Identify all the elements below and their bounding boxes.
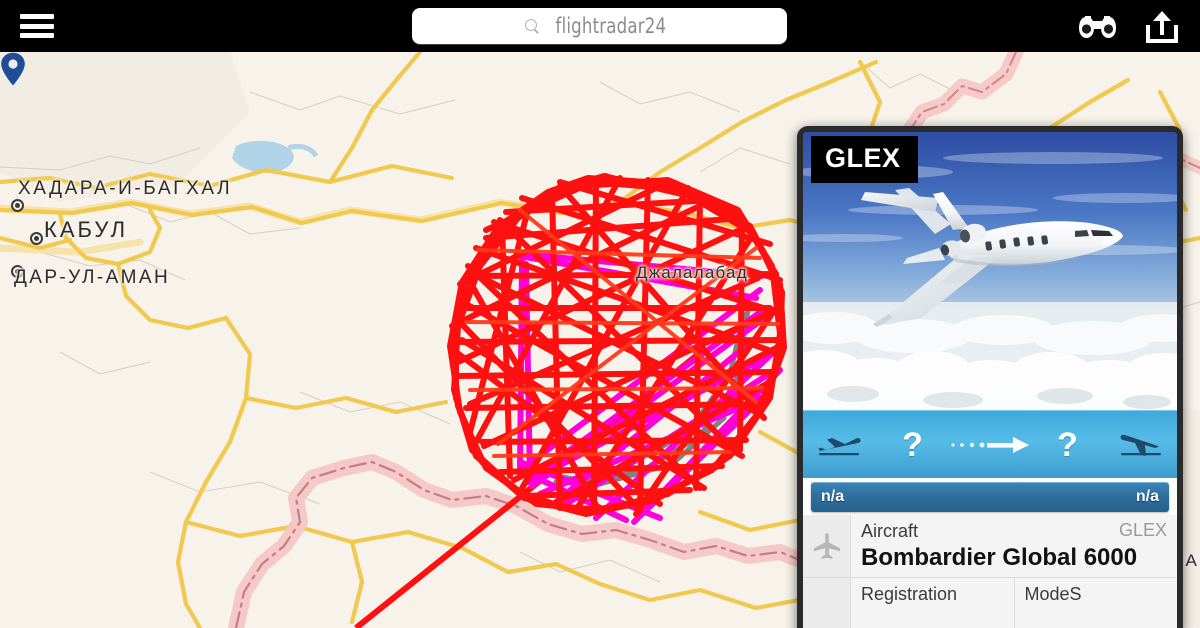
aircraft-info-panel[interactable]: GLEX ? ? n/a n/a Aircraft GLEX Bombardie… [797,126,1183,628]
route-bar[interactable]: ? ? [803,410,1177,478]
landing-icon [1120,434,1162,456]
takeoff-icon [818,437,861,455]
binoculars-icon[interactable] [1076,9,1120,43]
aircraft-detail-rows: Aircraft GLEX Bombardier Global 6000 Reg… [803,515,1177,628]
row-icon-cell [803,578,851,628]
departure-code[interactable]: ? [876,411,949,478]
arrival-airport[interactable] [1104,411,1177,478]
aircraft-type-badge: GLEX [811,136,918,183]
share-upload-icon[interactable] [1142,9,1182,45]
table-row[interactable]: Registration ModeS [803,577,1177,628]
modes-label: ModeS [1024,584,1082,605]
registration-label: Registration [861,584,958,605]
aircraft-type-code: GLEX [1118,520,1167,540]
city-circle-icon [11,265,24,278]
top-bar: flightradar24 [0,0,1200,52]
city-circle-icon [11,199,24,212]
schedule-times-wrap: n/a n/a [803,478,1177,515]
hamburger-menu-icon[interactable] [20,12,54,40]
arrival-code[interactable]: ? [1031,411,1104,478]
aircraft-photo[interactable]: GLEX [803,132,1177,410]
dotted-arrow-icon [951,436,1029,453]
map-pin-icon[interactable] [0,52,26,86]
panel-inner: GLEX ? ? n/a n/a Aircraft GLEX Bombardie… [803,132,1177,628]
hamburger-line [20,14,54,19]
city-circle-icon [30,232,43,245]
row-cells: Aircraft GLEX Bombardier Global 6000 [851,515,1177,577]
search-icon [525,18,540,34]
search-placeholder: flightradar24 [555,14,667,38]
registration-cell[interactable]: Registration [851,578,1014,628]
airplane-icon [813,533,840,560]
search-input[interactable]: flightradar24 [412,8,787,44]
flight-progress [949,411,1031,478]
app-root: ХАДАРА-И-БАГХАЛ КАБУЛ ДАР-УЛ-АМАН Джалал… [0,0,1200,628]
departure-airport[interactable] [803,411,876,478]
row-icon-cell [803,515,851,578]
arrival-time: n/a [1135,488,1159,505]
table-row[interactable]: Aircraft GLEX Bombardier Global 6000 [803,515,1177,578]
aircraft-value: Bombardier Global 6000 [861,543,1138,571]
row-cells: Registration ModeS [851,578,1177,628]
departure-time: n/a [821,488,845,505]
schedule-times-bar: n/a n/a [811,482,1169,512]
hamburger-line [20,33,54,38]
hamburger-line [20,23,54,29]
modes-cell[interactable]: ModeS [1013,578,1178,628]
aircraft-cell[interactable]: Aircraft GLEX Bombardier Global 6000 [851,515,1177,577]
